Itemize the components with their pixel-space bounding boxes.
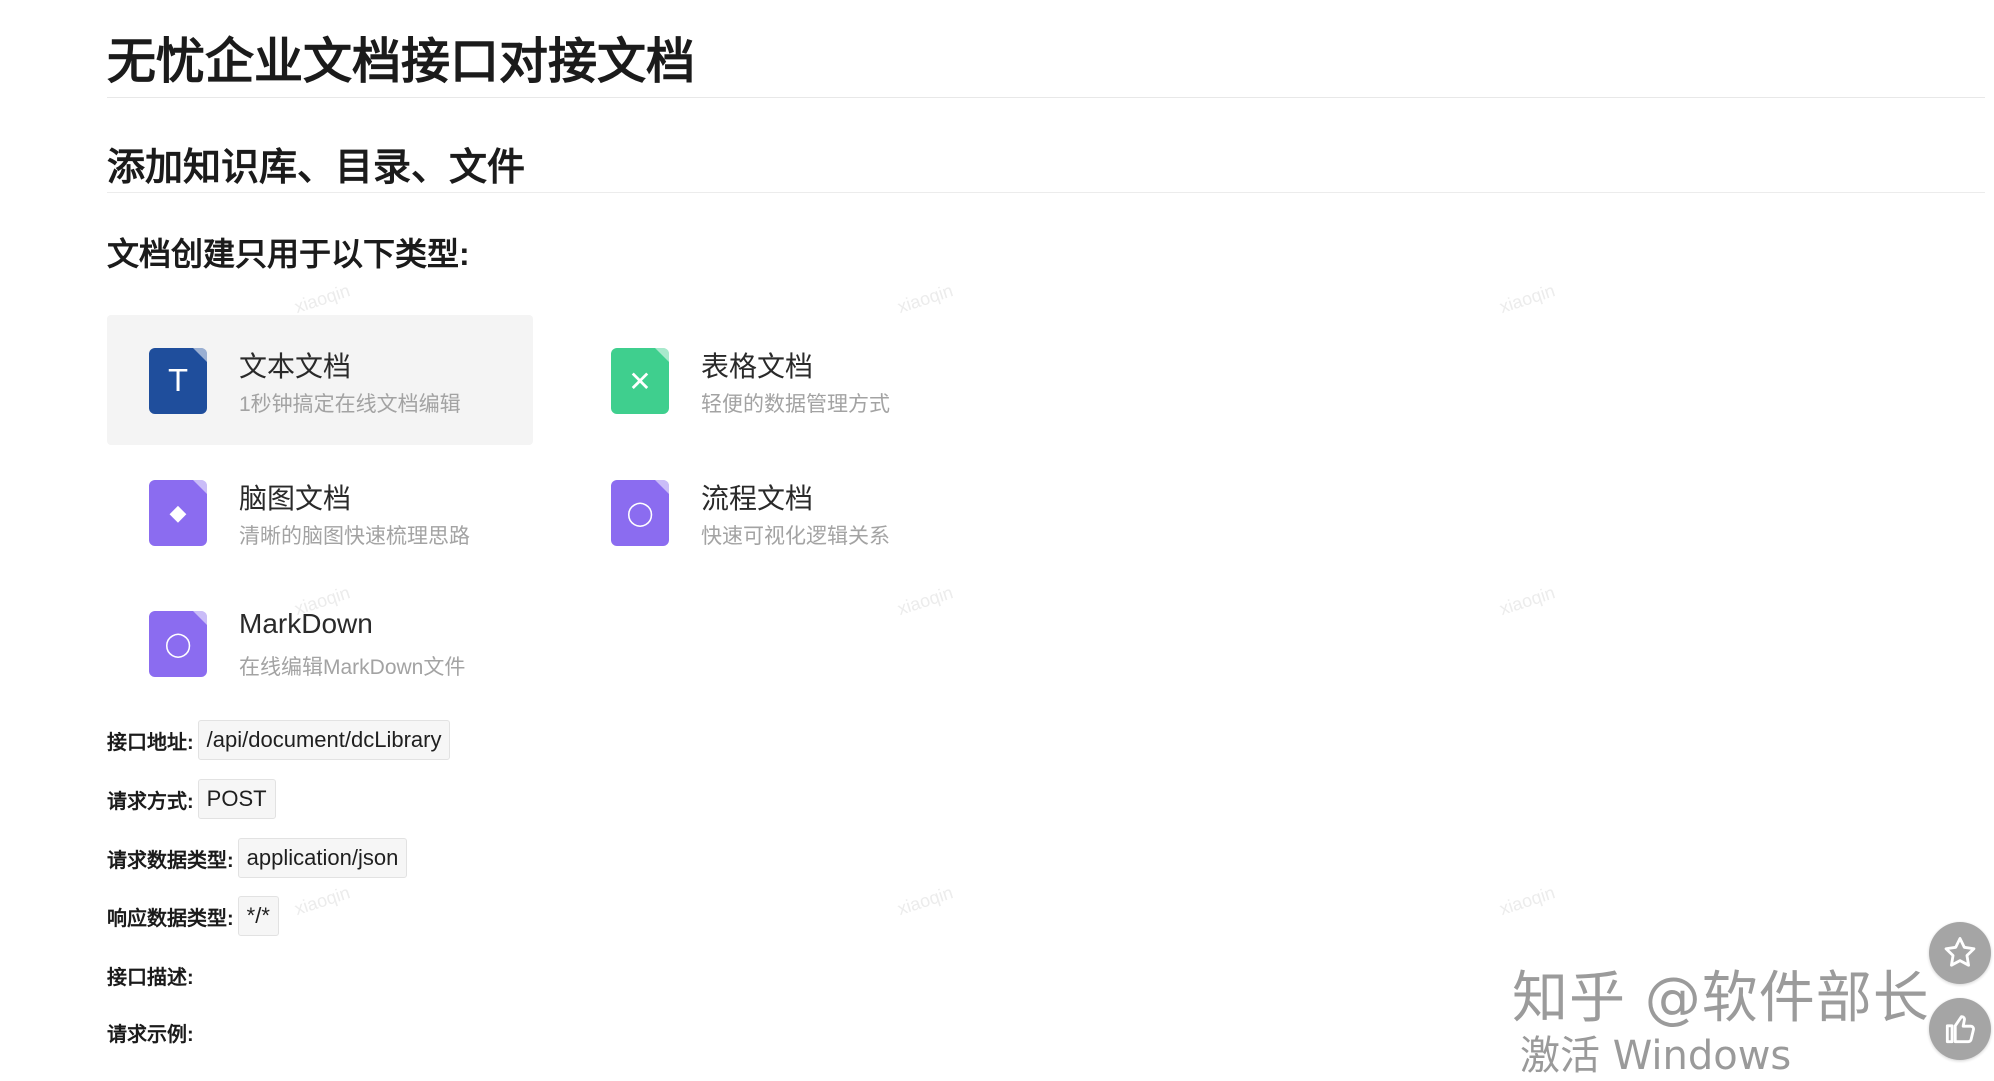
watermark: xiaoqin bbox=[895, 882, 956, 920]
doc-type-title: MarkDown bbox=[239, 608, 373, 639]
api-method-row: 请求方式: POST bbox=[107, 779, 276, 819]
markdown-doc-icon: ◯ bbox=[149, 611, 207, 677]
api-url-value: /api/document/dcLibrary bbox=[197, 720, 451, 760]
doc-type-card-mindmap[interactable]: ◆ 脑图文档 清晰的脑图快速梳理思路 bbox=[107, 447, 533, 577]
api-method-value: POST bbox=[197, 779, 276, 819]
watermark: xiaoqin bbox=[895, 582, 956, 620]
star-icon bbox=[1944, 937, 1976, 967]
api-description-label: 接口描述: bbox=[107, 966, 194, 989]
title-divider bbox=[107, 97, 1985, 98]
watermark: xiaoqin bbox=[292, 280, 353, 318]
favorite-button[interactable] bbox=[1929, 922, 1991, 984]
api-description-row: 接口描述: bbox=[107, 955, 194, 995]
zhihu-watermark: 知乎 @软件部长 bbox=[1512, 966, 1930, 1031]
api-request-type-value: application/json bbox=[237, 838, 408, 878]
doc-type-title: 表格文档 bbox=[701, 351, 814, 382]
doc-type-card-text[interactable]: T 文本文档 1秒钟搞定在线文档编辑 bbox=[107, 315, 533, 445]
api-response-type-value: */* bbox=[237, 896, 279, 936]
doc-type-desc: 轻便的数据管理方式 bbox=[701, 393, 890, 416]
doc-type-title: 文本文档 bbox=[239, 351, 352, 382]
doc-type-card-flow[interactable]: ◯ 流程文档 快速可视化逻辑关系 bbox=[569, 447, 995, 577]
api-example-row: 请求示例: bbox=[107, 1012, 194, 1052]
doc-type-desc: 快速可视化逻辑关系 bbox=[701, 525, 890, 548]
watermark: xiaoqin bbox=[1497, 280, 1558, 318]
api-url-row: 接口地址: /api/document/dcLibrary bbox=[107, 720, 451, 760]
activate-windows-watermark: 激活 Windows bbox=[1520, 1033, 1792, 1079]
api-request-type-row: 请求数据类型: application/json bbox=[107, 838, 408, 878]
mindmap-doc-icon: ◆ bbox=[149, 480, 207, 546]
section-title: 添加知识库、目录、文件 bbox=[107, 147, 526, 189]
watermark: xiaoqin bbox=[895, 280, 956, 318]
watermark: xiaoqin bbox=[292, 882, 353, 920]
doc-type-title: 脑图文档 bbox=[239, 483, 352, 514]
api-url-label: 接口地址: bbox=[107, 731, 194, 754]
api-response-type-row: 响应数据类型: */* bbox=[107, 896, 279, 936]
flow-doc-icon: ◯ bbox=[611, 480, 669, 546]
api-request-type-label: 请求数据类型: bbox=[107, 849, 234, 872]
api-response-type-label: 响应数据类型: bbox=[107, 907, 234, 930]
watermark: xiaoqin bbox=[1497, 582, 1558, 620]
api-example-label: 请求示例: bbox=[107, 1023, 194, 1046]
doc-type-card-sheet[interactable]: ✕ 表格文档 轻便的数据管理方式 bbox=[569, 315, 995, 445]
doc-type-desc: 在线编辑MarkDown文件 bbox=[239, 656, 466, 679]
doc-type-desc: 1秒钟搞定在线文档编辑 bbox=[239, 393, 461, 416]
thumbs-up-icon bbox=[1945, 1015, 1975, 1044]
page-title: 无忧企业文档接口对接文档 bbox=[107, 35, 696, 89]
document-page: xiaoqin xiaoqin xiaoqin xiaoqin xiaoqin … bbox=[107, 0, 1987, 1072]
api-method-label: 请求方式: bbox=[107, 790, 194, 813]
sheet-doc-icon: ✕ bbox=[611, 348, 669, 414]
text-doc-icon: T bbox=[149, 348, 207, 414]
doc-type-card-markdown[interactable]: ◯ MarkDown 在线编辑MarkDown文件 bbox=[107, 578, 533, 708]
watermark: xiaoqin bbox=[1497, 882, 1558, 920]
section-divider bbox=[107, 192, 1985, 193]
doc-type-title: 流程文档 bbox=[701, 483, 814, 514]
like-button[interactable] bbox=[1929, 998, 1991, 1060]
doc-type-desc: 清晰的脑图快速梳理思路 bbox=[239, 525, 470, 548]
subsection-title: 文档创建只用于以下类型: bbox=[107, 236, 470, 272]
